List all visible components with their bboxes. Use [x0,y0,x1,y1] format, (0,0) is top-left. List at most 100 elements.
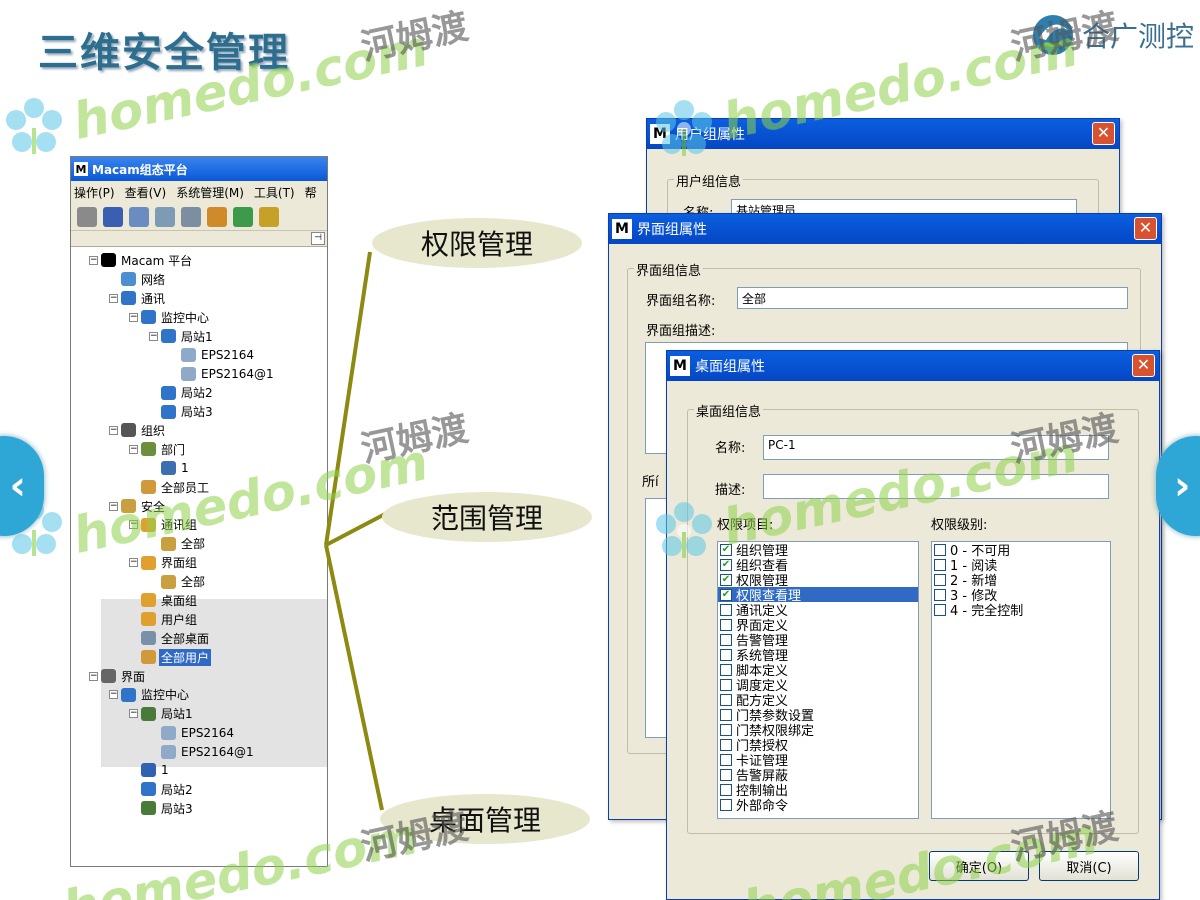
tree-node[interactable]: − 组织 [71,421,327,440]
menu-item[interactable]: 帮 [305,184,317,201]
network-icon [121,272,136,287]
collapse-toggle-icon[interactable]: − [109,425,118,435]
globe-icon [161,404,176,419]
menu-item[interactable]: 操作(P) [74,184,115,201]
checkbox-icon[interactable] [934,603,946,616]
tree-node[interactable]: EPS2164 [71,345,327,364]
collapse-toggle-icon[interactable]: − [89,255,98,265]
checkbox-icon[interactable] [934,543,946,556]
network-icon[interactable] [259,206,279,227]
ok-button[interactable]: 确定(O) [929,851,1029,881]
tree-node[interactable]: 全部用户 [71,648,327,667]
checkbox-icon[interactable] [720,798,732,811]
tree-node[interactable]: EPS2164@1 [71,742,327,761]
tree-node[interactable]: − 部门 [71,440,327,459]
cancel-button[interactable]: 取消(C) [1039,851,1139,881]
checkbox-icon[interactable] [720,633,732,646]
desktop-group-name-field[interactable]: PC-1 [763,435,1109,460]
checkbox-checked-icon[interactable]: ✔ [720,558,732,571]
permission-level[interactable]: 4 - 完全控制 [932,602,1110,619]
checkbox-checked-icon[interactable]: ✔ [720,543,732,556]
tree-node[interactable]: − 通讯组 [71,515,327,534]
tree-node-label: 局站1 [181,329,213,344]
ui-group-name-field[interactable]: 全部 [737,287,1128,309]
checkbox-icon[interactable] [720,648,732,661]
tree-node[interactable]: 全部 [71,572,327,591]
close-button[interactable]: ✕ [1132,354,1155,377]
user-icon[interactable] [77,206,97,227]
checkbox-icon[interactable] [720,618,732,631]
menu-item[interactable]: 系统管理(M) [176,184,244,201]
tree-node[interactable]: − 通讯 [71,289,327,308]
hand-icon[interactable] [207,206,227,227]
checkbox-icon[interactable] [720,603,732,616]
checkbox-icon[interactable] [720,678,732,691]
tree-node-label: 用户组 [161,612,198,627]
collapse-toggle-icon[interactable]: − [129,444,138,454]
grid-icon[interactable] [181,206,201,227]
collapse-toggle-icon[interactable]: − [129,709,138,719]
tree-node[interactable]: − 界面组 [71,553,327,572]
pin-icon[interactable]: ⊣ [311,232,325,245]
previous-slide-button[interactable]: ‹ [0,436,44,536]
tree-node-label: Macam 平台 [121,253,193,268]
collapse-toggle-icon[interactable]: − [89,671,98,681]
tree-node[interactable]: 全部 [71,534,327,553]
tree-node[interactable]: − 监控中心 [71,685,327,704]
checkbox-icon[interactable] [720,708,732,721]
menu-item[interactable]: 工具(T) [254,184,295,201]
collapse-toggle-icon[interactable]: − [109,293,118,303]
tree-node[interactable]: 局站2 [71,780,327,799]
tree-node[interactable]: 全部桌面 [71,629,327,648]
collapse-toggle-icon[interactable]: − [129,520,138,530]
tree-node[interactable]: − 局站1 [71,704,327,723]
checkbox-icon[interactable] [934,588,946,601]
permission-item[interactable]: 外部命令 [718,797,918,814]
checkbox-icon[interactable] [934,558,946,571]
tree-node[interactable]: 局站2 [71,383,327,402]
tree-node[interactable]: − 安全 [71,497,327,516]
checkbox-checked-icon[interactable]: ✔ [720,573,732,586]
checkbox-icon[interactable] [720,693,732,706]
search-icon[interactable] [129,206,149,227]
tree-node[interactable]: EPS2164 [71,723,327,742]
tree-node[interactable]: 1 [71,761,327,780]
checkbox-icon[interactable] [720,663,732,676]
close-button[interactable]: ✕ [1134,217,1157,240]
menu-item[interactable]: 查看(V) [125,184,167,201]
collapse-toggle-icon[interactable]: − [149,331,158,341]
checkbox-icon[interactable] [720,768,732,781]
collapse-toggle-icon[interactable]: − [129,312,138,322]
tree-node[interactable]: 桌面组 [71,591,327,610]
tree-node[interactable]: 全部员工 [71,478,327,497]
checkbox-icon[interactable] [720,738,732,751]
collapse-toggle-icon[interactable]: − [109,690,118,700]
checkbox-checked-icon[interactable]: ✔ [720,588,732,601]
checkbox-icon[interactable] [720,783,732,796]
checkbox-icon[interactable] [720,723,732,736]
collapse-toggle-icon[interactable]: − [129,558,138,568]
tree-node[interactable]: 网络 [71,270,327,289]
tree-node[interactable]: 局站3 [71,799,327,818]
users-icon [141,650,156,665]
tree-node[interactable]: EPS2164@1 [71,364,327,383]
tree-node[interactable]: − 局站1 [71,327,327,346]
refresh-icon[interactable] [233,206,253,227]
tree-node[interactable]: 局站3 [71,402,327,421]
next-slide-button[interactable]: › [1156,436,1200,536]
book-icon[interactable] [103,206,123,227]
tree-node[interactable]: − Macam 平台 [71,251,327,270]
tree-node[interactable]: 用户组 [71,610,327,629]
desktop-group-desc-field[interactable] [763,474,1109,499]
permission-items-list[interactable]: ✔ 组织管理 ✔ 组织查看 ✔ 权限管理 ✔ 权限查看理 通讯定义 界面定义 告警管理 系统管理 脚本定… [717,541,919,819]
close-button[interactable]: ✕ [1092,122,1115,145]
collapse-toggle-icon[interactable]: − [109,501,118,511]
checkbox-icon[interactable] [720,753,732,766]
window-icon[interactable] [155,206,175,227]
permission-levels-list[interactable]: 0 - 不可用 1 - 阅读 2 - 新增 3 - 修改 4 - 完全控制 [931,541,1111,819]
tree-node[interactable]: − 界面 [71,667,327,686]
tree-node[interactable]: − 监控中心 [71,308,327,327]
tree-node[interactable]: 1 [71,459,327,478]
tree-node-label: 全部 [181,537,206,552]
checkbox-icon[interactable] [934,573,946,586]
